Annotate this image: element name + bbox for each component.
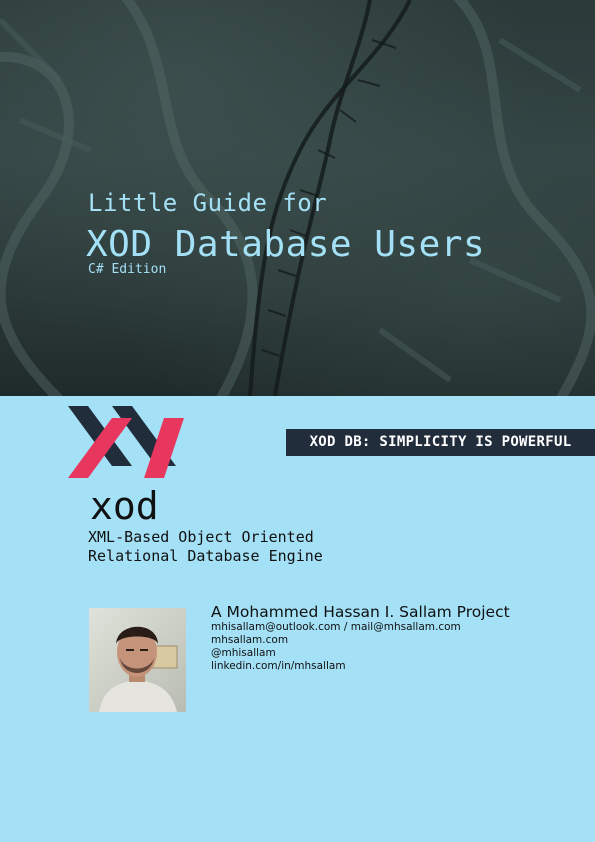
author-info: A Mohammed Hassan I. Sallam Project mhis…: [211, 603, 510, 673]
author-linkedin: linkedin.com/in/mhsallam: [211, 660, 346, 672]
tagline-line2: Relational Database Engine: [88, 547, 323, 565]
author-website: mhsallam.com: [211, 634, 289, 646]
cover-edition: C# Edition: [88, 262, 167, 277]
author-project: A Mohammed Hassan I. Sallam Project: [211, 603, 510, 621]
brand-name: xod: [90, 484, 159, 528]
cover-title-line2: XOD Database Users: [86, 224, 486, 265]
cover-image: Little Guide for XOD Database Users C# E…: [0, 0, 595, 396]
brand-tagline: XML-Based Object Oriented Relational Dat…: [88, 528, 323, 566]
tagline-line1: XML-Based Object Oriented: [88, 528, 314, 546]
author-email: mhisallam@outlook.com / mail@mhsallam.co…: [211, 621, 461, 633]
slogan-banner: XOD DB: SIMPLICITY IS POWERFUL: [286, 429, 595, 456]
author-handle: @mhisallam: [211, 647, 276, 659]
cover-title-line1: Little Guide for: [88, 189, 328, 217]
author-photo: [89, 608, 186, 712]
xod-logo-icon: [68, 406, 184, 478]
